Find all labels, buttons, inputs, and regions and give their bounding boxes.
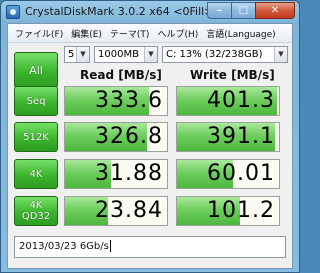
- chevron-down-icon: ▼: [144, 47, 157, 62]
- 512k-write-value: 391.1: [207, 124, 275, 149]
- test-count-select[interactable]: 5 ▼: [64, 46, 90, 63]
- main-panel: ファイル(F) 編集(E) テーマ(T) ヘルプ(H) 言語(Language)…: [7, 23, 293, 269]
- test-label-line1: 4K: [29, 200, 43, 211]
- 4k-qd32-test-button[interactable]: 4K QD32: [14, 196, 58, 226]
- 4k-write-value: 60.01: [207, 161, 275, 186]
- test-label-line1: Seq: [26, 95, 46, 107]
- drive-value: C: 13% (32/238GB): [166, 49, 263, 60]
- comment-input[interactable]: 2013/03/23 6Gb/s: [14, 236, 286, 258]
- menu-bar: ファイル(F) 編集(E) テーマ(T) ヘルプ(H) 言語(Language): [8, 24, 292, 43]
- seq-read-result: 333.6: [64, 86, 168, 116]
- 512k-test-button[interactable]: 512K: [14, 122, 58, 152]
- menu-help[interactable]: ヘルプ(H): [153, 27, 202, 40]
- title-bar[interactable]: CrystalDiskMark 3.0.2 x64 <0Fill> – □ ✕: [1, 1, 299, 23]
- 512k-read-result: 326.8: [64, 122, 168, 152]
- run-all-button[interactable]: All: [14, 52, 58, 88]
- menu-theme[interactable]: テーマ(T): [106, 27, 154, 40]
- test-label-line2: QD32: [21, 211, 51, 222]
- 4k-write-result: 60.01: [176, 159, 280, 189]
- text-caret: [109, 240, 111, 252]
- test-label-line1: 4K: [29, 168, 43, 180]
- chevron-down-icon: ▼: [76, 47, 89, 62]
- 4k-qd32-write-value: 101.2: [207, 198, 275, 223]
- minimize-button[interactable]: –: [207, 2, 231, 19]
- test-label-line1: 512K: [23, 131, 49, 143]
- 4k-qd32-read-value: 23.84: [95, 198, 163, 223]
- 4k-qd32-write-result: 101.2: [176, 196, 280, 226]
- drive-select[interactable]: C: 13% (32/238GB) ▼: [162, 46, 288, 63]
- app-window: CrystalDiskMark 3.0.2 x64 <0Fill> – □ ✕ …: [0, 0, 300, 273]
- 4k-read-result: 31.88: [64, 159, 168, 189]
- menu-file[interactable]: ファイル(F): [11, 27, 67, 40]
- 512k-read-value: 326.8: [95, 124, 163, 149]
- seq-write-result: 401.3: [176, 86, 280, 116]
- comment-text: 2013/03/23 6Gb/s: [19, 241, 109, 252]
- test-size-value: 1000MB: [98, 49, 139, 60]
- maximize-button[interactable]: □: [231, 2, 255, 19]
- write-column-header: Write [MB/s]: [190, 68, 275, 82]
- window-title: CrystalDiskMark 3.0.2 x64 <0Fill>: [25, 5, 214, 18]
- menu-language[interactable]: 言語(Language): [202, 27, 279, 40]
- read-column-header: Read [MB/s]: [80, 68, 162, 82]
- 4k-test-button[interactable]: 4K: [14, 159, 58, 189]
- seq-read-value: 333.6: [95, 88, 163, 113]
- 4k-read-value: 31.88: [95, 161, 163, 186]
- seq-test-button[interactable]: Seq: [14, 86, 58, 116]
- test-size-select[interactable]: 1000MB ▼: [94, 46, 158, 63]
- 512k-write-result: 391.1: [176, 122, 280, 152]
- seq-write-value: 401.3: [207, 88, 275, 113]
- close-button[interactable]: ✕: [255, 2, 295, 19]
- window-buttons: – □ ✕: [207, 2, 295, 19]
- chevron-down-icon: ▼: [274, 47, 287, 62]
- 4k-qd32-read-result: 23.84: [64, 196, 168, 226]
- test-count-value: 5: [68, 49, 75, 60]
- menu-edit[interactable]: 編集(E): [67, 27, 106, 40]
- disk-app-icon: [6, 5, 20, 19]
